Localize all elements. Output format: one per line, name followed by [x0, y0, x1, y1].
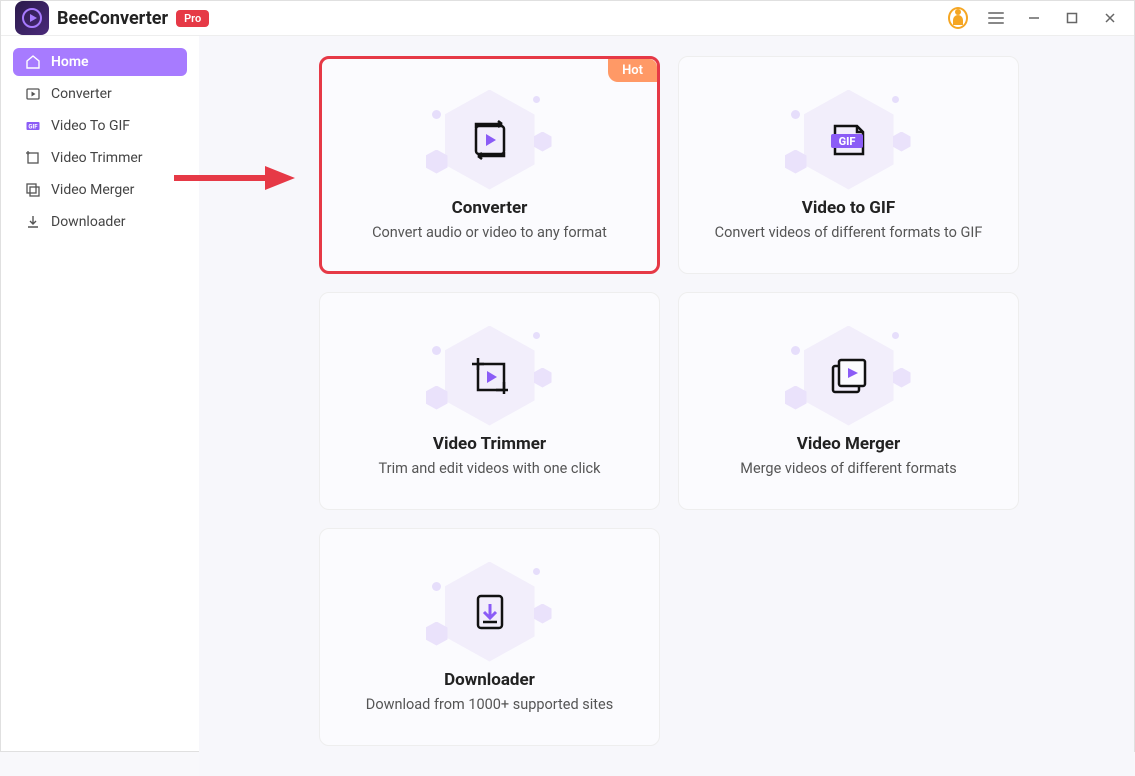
sidebar-item-label: Video To GIF — [51, 118, 130, 134]
card-desc: Convert videos of different formats to G… — [715, 224, 983, 241]
card-desc: Trim and edit videos with one click — [379, 460, 601, 477]
svg-text:GIF: GIF — [838, 135, 855, 148]
download-icon — [25, 214, 41, 230]
converter-icon — [430, 90, 550, 190]
close-button[interactable] — [1100, 8, 1120, 28]
pro-badge: Pro — [176, 10, 209, 27]
menu-icon[interactable] — [986, 8, 1006, 28]
sidebar-item-label: Video Merger — [51, 182, 134, 198]
card-desc: Merge videos of different formats — [740, 460, 956, 477]
sidebar-item-video-merger[interactable]: Video Merger — [13, 176, 187, 204]
sidebar-item-converter[interactable]: Converter — [13, 80, 187, 108]
card-title: Video to GIF — [802, 198, 895, 218]
downloader-card-icon — [430, 562, 550, 662]
hot-badge: Hot — [608, 59, 657, 82]
card-title: Downloader — [444, 670, 535, 690]
card-title: Video Trimmer — [433, 434, 546, 454]
sidebar-item-downloader[interactable]: Downloader — [13, 208, 187, 236]
card-desc: Convert audio or video to any format — [372, 224, 607, 241]
merger-card-icon — [789, 326, 909, 426]
sidebar-item-label: Converter — [51, 86, 112, 102]
home-icon — [25, 54, 41, 70]
card-title: Converter — [452, 198, 528, 218]
trim-icon — [25, 150, 41, 166]
card-desc: Download from 1000+ supported sites — [366, 696, 613, 713]
sidebar-item-home[interactable]: Home — [13, 48, 187, 76]
titlebar-controls — [948, 8, 1120, 28]
body: Home Converter GIF Video To GIF Video Tr… — [1, 36, 1134, 776]
card-title: Video Merger — [797, 434, 900, 454]
card-grid: Hot Converter Convert audio or video to … — [319, 56, 1019, 746]
sidebar-item-video-trimmer[interactable]: Video Trimmer — [13, 144, 187, 172]
main-content: Hot Converter Convert audio or video to … — [199, 36, 1134, 776]
card-video-to-gif[interactable]: GIF Video to GIF Convert videos of diffe… — [678, 56, 1019, 274]
sidebar-item-label: Video Trimmer — [51, 150, 143, 166]
maximize-button[interactable] — [1062, 8, 1082, 28]
card-video-merger[interactable]: Video Merger Merge videos of different f… — [678, 292, 1019, 510]
card-downloader[interactable]: Downloader Download from 1000+ supported… — [319, 528, 660, 746]
titlebar: BeeConverter Pro — [1, 1, 1134, 36]
sidebar: Home Converter GIF Video To GIF Video Tr… — [1, 36, 199, 776]
app-title: BeeConverter — [57, 8, 168, 29]
app-window: BeeConverter Pro — [0, 0, 1135, 752]
gif-card-icon: GIF — [789, 90, 909, 190]
minimize-button[interactable] — [1024, 8, 1044, 28]
user-account-icon[interactable] — [948, 8, 968, 28]
sidebar-item-video-to-gif[interactable]: GIF Video To GIF — [13, 112, 187, 140]
gif-icon: GIF — [25, 118, 41, 134]
merge-icon — [25, 182, 41, 198]
sidebar-item-label: Home — [51, 54, 89, 70]
svg-text:GIF: GIF — [28, 124, 38, 131]
play-box-icon — [25, 86, 41, 102]
card-video-trimmer[interactable]: Video Trimmer Trim and edit videos with … — [319, 292, 660, 510]
card-converter[interactable]: Hot Converter Convert audio or video to … — [319, 56, 660, 274]
sidebar-item-label: Downloader — [51, 214, 126, 230]
app-logo — [15, 1, 49, 35]
trimmer-card-icon — [430, 326, 550, 426]
